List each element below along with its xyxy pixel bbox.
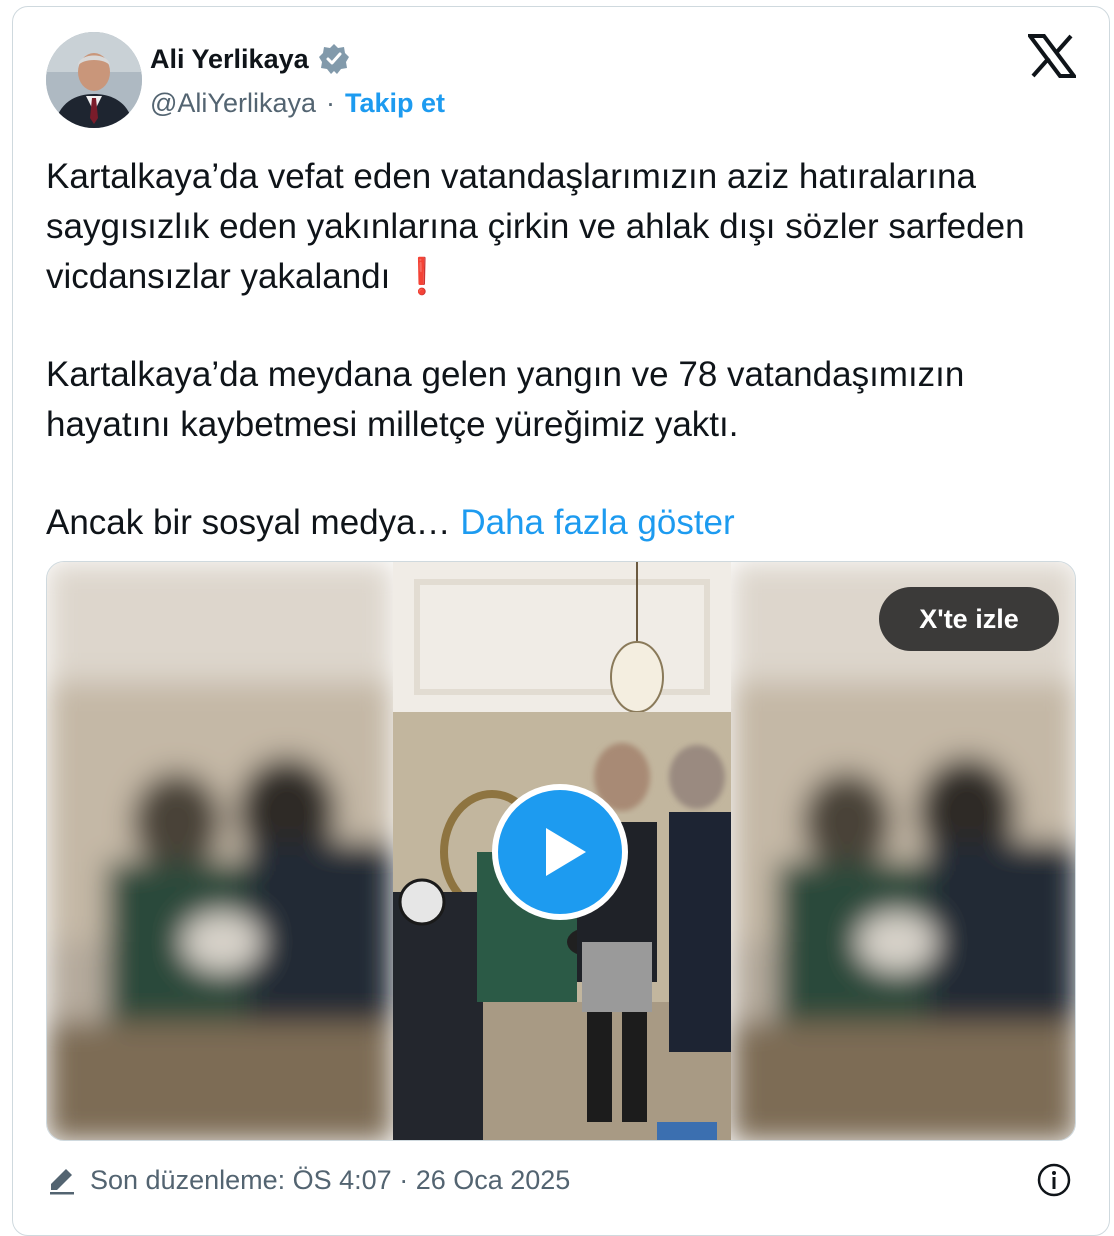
author-name[interactable]: Ali Yerlikaya	[150, 44, 309, 75]
tweet-paragraph-1: Kartalkaya’da vefat eden vatandaşlarımız…	[46, 152, 1086, 302]
avatar[interactable]	[46, 32, 142, 128]
tweet-text: Kartalkaya’da vefat eden vatandaşlarımız…	[46, 152, 1086, 548]
separator-dot: ·	[325, 88, 335, 118]
watch-on-x-button[interactable]: X'te izle	[879, 587, 1059, 651]
verified-badge-icon	[317, 42, 351, 76]
handle-row: @AliYerlikaya · Takip et	[150, 88, 445, 119]
play-button[interactable]	[492, 784, 628, 920]
author-handle[interactable]: @AliYerlikaya	[150, 88, 316, 119]
author-name-row[interactable]: Ali Yerlikaya	[150, 42, 351, 76]
tweet-paragraph-3-text: Ancak bir sosyal medya…	[46, 503, 451, 542]
show-more-link[interactable]: Daha fazla göster	[460, 503, 734, 542]
edited-timestamp[interactable]: Son düzenleme: ÖS 4:07 · 26 Oca 2025	[90, 1165, 570, 1196]
tweet-paragraph-2: Kartalkaya’da meydana gelen yangın ve 78…	[46, 355, 965, 444]
info-icon[interactable]	[1036, 1162, 1072, 1198]
play-icon	[546, 828, 586, 876]
tweet-footer: Son düzenleme: ÖS 4:07 · 26 Oca 2025	[46, 1160, 1076, 1200]
exclamation-icon: ❗	[400, 257, 444, 296]
tweet-paragraph-3: Ancak bir sosyal medya… Daha fazla göste…	[46, 498, 1086, 548]
follow-button[interactable]: Takip et	[345, 88, 445, 119]
x-logo-icon[interactable]	[1026, 34, 1078, 78]
tweet-paragraph-1-text: Kartalkaya’da vefat eden vatandaşlarımız…	[46, 157, 1025, 296]
edit-pencil-icon	[46, 1163, 80, 1197]
